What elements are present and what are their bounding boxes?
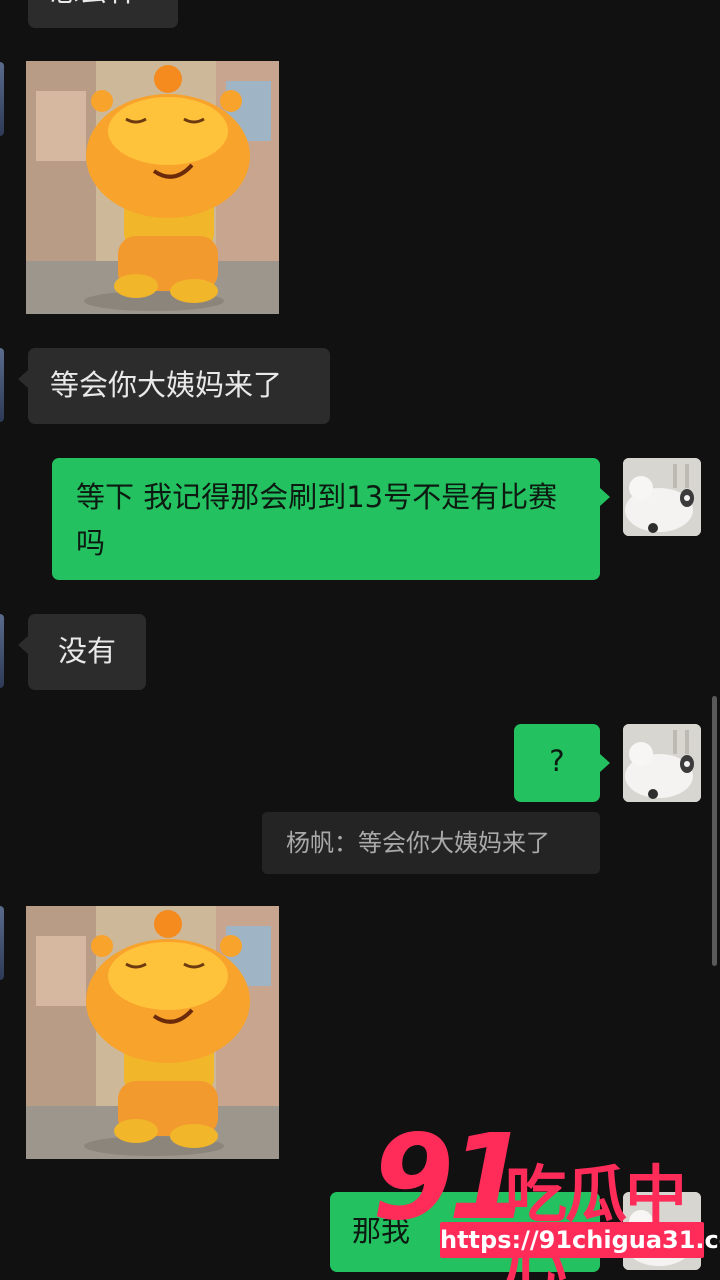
chat-screen: 想去种 等会你大姨妈来了 [0, 0, 720, 1280]
orange-cartoon-sticker-icon [26, 61, 279, 314]
quoted-message-text: 杨帆：等会你大姨妈来了 [286, 829, 550, 857]
scrollbar[interactable] [712, 696, 717, 966]
message-bubble-outgoing[interactable]: 等下 我记得那会刷到13号不是有比赛吗 [52, 458, 610, 580]
white-cat-avatar-icon [623, 724, 701, 802]
peer-avatar[interactable] [0, 348, 4, 422]
sticker-image[interactable] [26, 906, 279, 1159]
peer-avatar[interactable] [0, 614, 4, 688]
message-bubble-outgoing[interactable]: ? [514, 724, 610, 802]
message-text: 想去种 [50, 0, 137, 8]
sticker-image[interactable] [26, 61, 279, 314]
message-text: 没有 [58, 634, 117, 668]
self-avatar[interactable] [623, 458, 701, 536]
orange-cartoon-sticker-icon [26, 906, 279, 1159]
peer-avatar[interactable] [0, 62, 4, 136]
peer-avatar[interactable] [0, 906, 4, 980]
message-text: ? [549, 744, 565, 778]
watermark-name: 吃瓜中心 [505, 1158, 687, 1280]
message-text: 等下 我记得那会刷到13号不是有比赛吗 [76, 480, 558, 560]
white-cat-avatar-icon [623, 458, 701, 536]
quoted-message[interactable]: 杨帆：等会你大姨妈来了 [262, 812, 600, 874]
message-text: 等会你大姨妈来了 [50, 368, 283, 402]
watermark-number: 91 [372, 1108, 530, 1246]
message-bubble-incoming[interactable]: 没有 [18, 614, 146, 690]
message-bubble-incoming[interactable]: 等会你大姨妈来了 [18, 348, 330, 424]
self-avatar[interactable] [623, 724, 701, 802]
message-bubble-incoming[interactable]: 想去种 [28, 0, 178, 28]
watermark-url: https://91chigua31.com [440, 1222, 720, 1258]
